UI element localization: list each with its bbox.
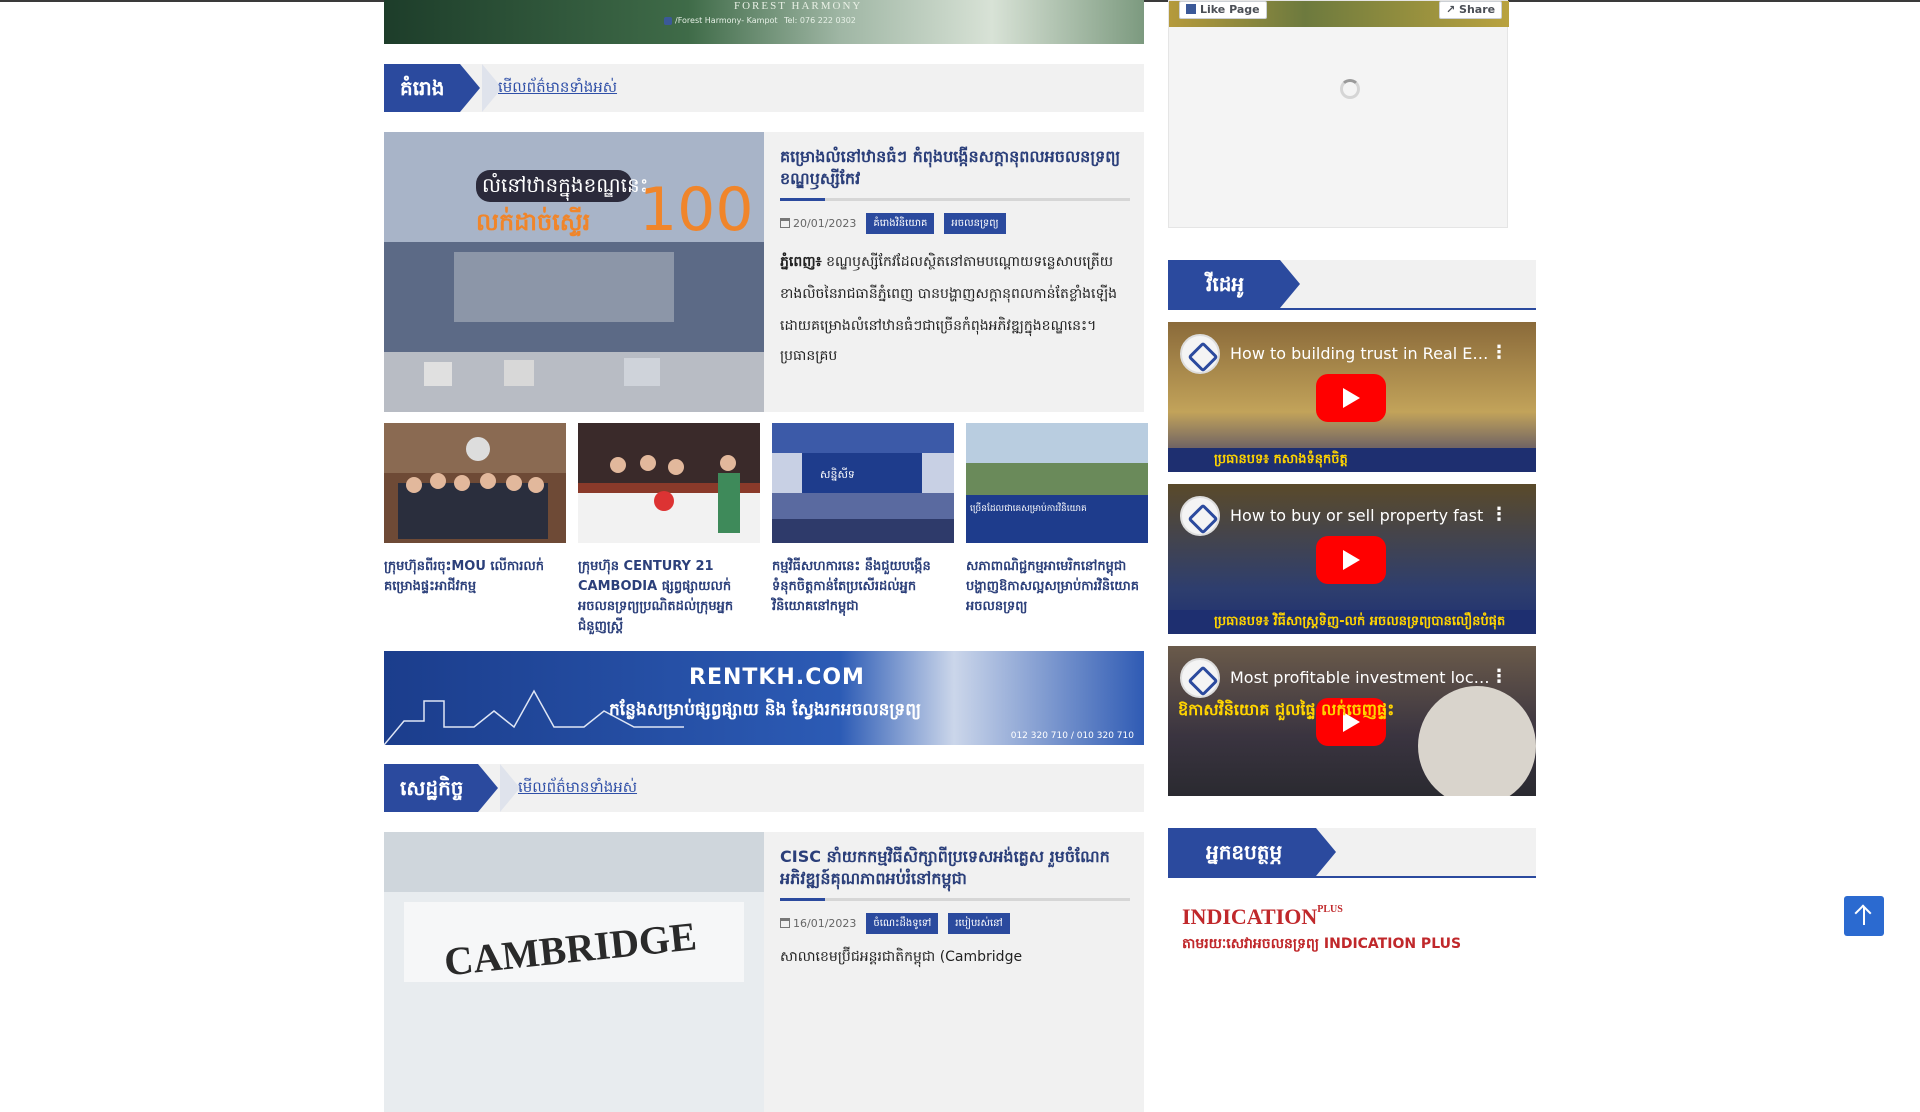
rentkh-title: RENTKH.COM bbox=[689, 665, 865, 690]
article-meta: 16/01/2023 ចំណេះដឹងទូទៅ របៀបរស់នៅ bbox=[780, 913, 1130, 934]
related-article-image[interactable]: ច្រើនដែលជាគេសម្រាប់ការវិនិយោគ bbox=[966, 423, 1148, 543]
article-excerpt: សាលាខេមប្រ៊ីជអន្តរជាតិកម្ពុជា (Cambridge bbox=[780, 949, 1023, 965]
more-options-icon[interactable]: ⋮ bbox=[1490, 344, 1508, 362]
play-button[interactable] bbox=[1316, 374, 1386, 422]
image-headline-1: លំនៅឋានក្នុងខណ្ឌនេះ bbox=[482, 172, 649, 201]
sponsor-logo[interactable]: INDICATIONPLUS bbox=[1182, 904, 1536, 930]
loading-spinner-icon bbox=[1340, 79, 1360, 99]
article-meta: 20/01/2023 គំរោងវិនិយោគ អចលនទ្រព្យ bbox=[780, 213, 1130, 234]
channel-avatar[interactable] bbox=[1180, 334, 1220, 374]
category-badge[interactable]: ចំណេះដឹងទូទៅ bbox=[866, 913, 939, 934]
sponsor-indication-plus[interactable]: INDICATIONPLUS តាមរយៈសេវាអចលនទ្រព្យ INDI… bbox=[1168, 904, 1536, 955]
like-page-button[interactable]: Like Page bbox=[1179, 1, 1267, 19]
see-all-link[interactable]: មើលព័ត៌មានទាំងអស់ bbox=[518, 778, 637, 800]
section-title: សេដ្ឋកិច្ច bbox=[384, 764, 498, 812]
facebook-icon bbox=[664, 16, 672, 25]
sidebar-title: វីដេអូ bbox=[1168, 260, 1300, 308]
sidebar-header-videos: វីដេអូ bbox=[1168, 260, 1536, 310]
rentkh-phone: 012 320 710 / 010 320 710 bbox=[1010, 731, 1134, 741]
video-band-text: ប្រធានបទ៖ កសាងទំនុកចិត្ត bbox=[1168, 448, 1536, 472]
featured-article: CAMBRIDGE CISC នាំយកកម្មវិធីសិក្សាពីប្រទ… bbox=[384, 832, 1144, 1112]
image-headline-number: 100 bbox=[639, 175, 754, 245]
more-options-icon[interactable]: ⋮ bbox=[1490, 506, 1508, 524]
youtube-video[interactable]: How to buy or sell property fast ⋮ ប្រធា… bbox=[1168, 484, 1536, 634]
channel-avatar[interactable] bbox=[1180, 496, 1220, 536]
forest-harmony-banner[interactable]: FOREST HARMONY /Forest Harmony- Kampot T… bbox=[384, 0, 1144, 44]
calendar-icon bbox=[780, 918, 790, 928]
related-article-title[interactable]: សភាពាណិជ្ជកម្មអាមេរិកនៅកម្ពុជា បង្ហាញឱកា… bbox=[966, 557, 1148, 617]
featured-article-body: គម្រោងលំនៅឋានធំៗ កំពុងបង្កើនសក្ដានុពលអចល… bbox=[780, 146, 1130, 370]
article-date: 20/01/2023 bbox=[780, 217, 856, 230]
scroll-to-top-button[interactable] bbox=[1844, 896, 1884, 936]
article-excerpt: ភ្នំពេញ៖ ខណ្ឌឫស្សីកែវដែលស្ថិតនៅតាមបណ្តោយ… bbox=[780, 254, 1118, 334]
featured-article-image[interactable]: CAMBRIDGE bbox=[384, 832, 764, 1112]
related-article-image[interactable] bbox=[384, 423, 566, 543]
related-article[interactable]: ក្រុមហ៊ុនពីរចុះMOU លើការលក់គម្រោងផ្ទះអាជ… bbox=[384, 423, 566, 597]
video-title[interactable]: How to buy or sell property fast bbox=[1230, 506, 1490, 525]
related-article-title[interactable]: កម្មវិធីសហការនេះ នឹងជួយបង្កើនទំនុកចិត្តក… bbox=[772, 557, 954, 617]
more-options-icon[interactable]: ⋮ bbox=[1490, 668, 1508, 686]
image-caption: សន្និសីទ bbox=[820, 467, 855, 481]
calendar-icon bbox=[780, 218, 790, 228]
title-underline bbox=[780, 198, 1130, 201]
related-article[interactable]: ក្រុមហ៊ុន CENTURY 21 CAMBODIA ផ្សព្វផ្សា… bbox=[578, 423, 760, 637]
section-title: គំរោង bbox=[384, 64, 480, 112]
rentkh-tagline: កន្លែងសម្រាប់ផ្សព្វផ្សាយ និង ស្វែងរកអចលន… bbox=[609, 700, 922, 720]
video-title[interactable]: How to building trust in Real Estate bbox=[1230, 344, 1490, 363]
related-article-title[interactable]: ក្រុមហ៊ុនពីរចុះMOU លើការលក់គម្រោងផ្ទះអាជ… bbox=[384, 557, 566, 597]
image-headline-2: លក់ដាច់ស្ទើរ bbox=[476, 206, 590, 237]
banner-brand: FOREST HARMONY bbox=[734, 0, 863, 12]
category-badge[interactable]: របៀបរស់នៅ bbox=[948, 913, 1010, 934]
related-article-image[interactable]: សន្និសីទ bbox=[772, 423, 954, 543]
play-button[interactable] bbox=[1316, 536, 1386, 584]
section-header-projects: គំរោង មើលព័ត៌មានទាំងអស់ bbox=[384, 64, 1144, 112]
featured-article: លំនៅឋានក្នុងខណ្ឌនេះ លក់ដាច់ស្ទើរ 100 គម្… bbox=[384, 132, 1144, 412]
video-band-text: ប្រធានបទ៖ វិធីសាស្ត្រទិញ-លក់ អចលនទ្រព្យប… bbox=[1168, 610, 1536, 634]
video-band-text: ឱកាសវិនិយោគ ជួលផ្ទៃ លក់ចេញផ្ទះ bbox=[1178, 700, 1395, 719]
see-all-link[interactable]: មើលព័ត៌មានទាំងអស់ bbox=[498, 78, 617, 100]
related-article-image[interactable] bbox=[578, 423, 760, 543]
channel-avatar[interactable] bbox=[1180, 658, 1220, 698]
banner-phone: Tel: 076 222 0302 bbox=[784, 16, 856, 25]
facebook-icon bbox=[1186, 4, 1196, 14]
banner-facebook: /Forest Harmony- Kampot bbox=[664, 16, 778, 25]
sidebar-title: អ្នកឧបត្ថម្ភ bbox=[1168, 828, 1336, 876]
category-badge[interactable]: គំរោងវិនិយោគ bbox=[866, 213, 935, 234]
related-article[interactable]: សន្និសីទ កម្មវិធីសហការនេះ នឹងជួយបង្កើនទំ… bbox=[772, 423, 954, 617]
related-article[interactable]: ច្រើនដែលជាគេសម្រាប់ការវិនិយោគ សភាពាណិជ្ជ… bbox=[966, 423, 1148, 617]
facebook-page-widget: Like Page ↗ Share bbox=[1168, 0, 1509, 228]
featured-article-body: CISC នាំយកកម្មវិធីសិក្សាពីប្រទេសអង់គ្លេស… bbox=[780, 846, 1130, 968]
youtube-video[interactable]: How to building trust in Real Estate ⋮ ប… bbox=[1168, 322, 1536, 472]
featured-article-title[interactable]: គម្រោងលំនៅឋានធំៗ កំពុងបង្កើនសក្ដានុពលអចល… bbox=[780, 146, 1130, 190]
sponsor-tagline: តាមរយៈសេវាអចលនទ្រព្យ INDICATION PLUS bbox=[1182, 936, 1462, 952]
video-title[interactable]: Most profitable investment location bbox=[1230, 668, 1490, 687]
share-button[interactable]: ↗ Share bbox=[1439, 1, 1503, 19]
featured-article-image[interactable]: លំនៅឋានក្នុងខណ្ឌនេះ លក់ដាច់ស្ទើរ 100 bbox=[384, 132, 764, 412]
rentkh-ad-banner[interactable]: RENTKH.COM កន្លែងសម្រាប់ផ្សព្វផ្សាយ និង … bbox=[384, 651, 1144, 745]
sidebar-header-sponsors: អ្នកឧបត្ថម្ភ bbox=[1168, 828, 1536, 878]
featured-article-title[interactable]: CISC នាំយកកម្មវិធីសិក្សាពីប្រទេសអង់គ្លេស… bbox=[780, 846, 1130, 890]
share-icon: ↗ bbox=[1446, 3, 1460, 16]
category-badge[interactable]: អចលនទ្រព្យ bbox=[944, 213, 1006, 234]
youtube-video[interactable]: Most profitable investment location ⋮ ឱក… bbox=[1168, 646, 1536, 796]
image-caption: ច្រើនដែលជាគេសម្រាប់ការវិនិយោគ bbox=[970, 502, 1087, 514]
article-author: ប្រធានគ្រប bbox=[780, 348, 838, 364]
article-date: 16/01/2023 bbox=[780, 917, 856, 930]
related-article-title[interactable]: ក្រុមហ៊ុន CENTURY 21 CAMBODIA ផ្សព្វផ្សា… bbox=[578, 557, 760, 637]
related-articles-row: ក្រុមហ៊ុនពីរចុះMOU លើការលក់គម្រោងផ្ទះអាជ… bbox=[384, 423, 1148, 634]
section-header-economy: សេដ្ឋកិច្ច មើលព័ត៌មានទាំងអស់ bbox=[384, 764, 1144, 812]
title-underline bbox=[780, 898, 1130, 901]
